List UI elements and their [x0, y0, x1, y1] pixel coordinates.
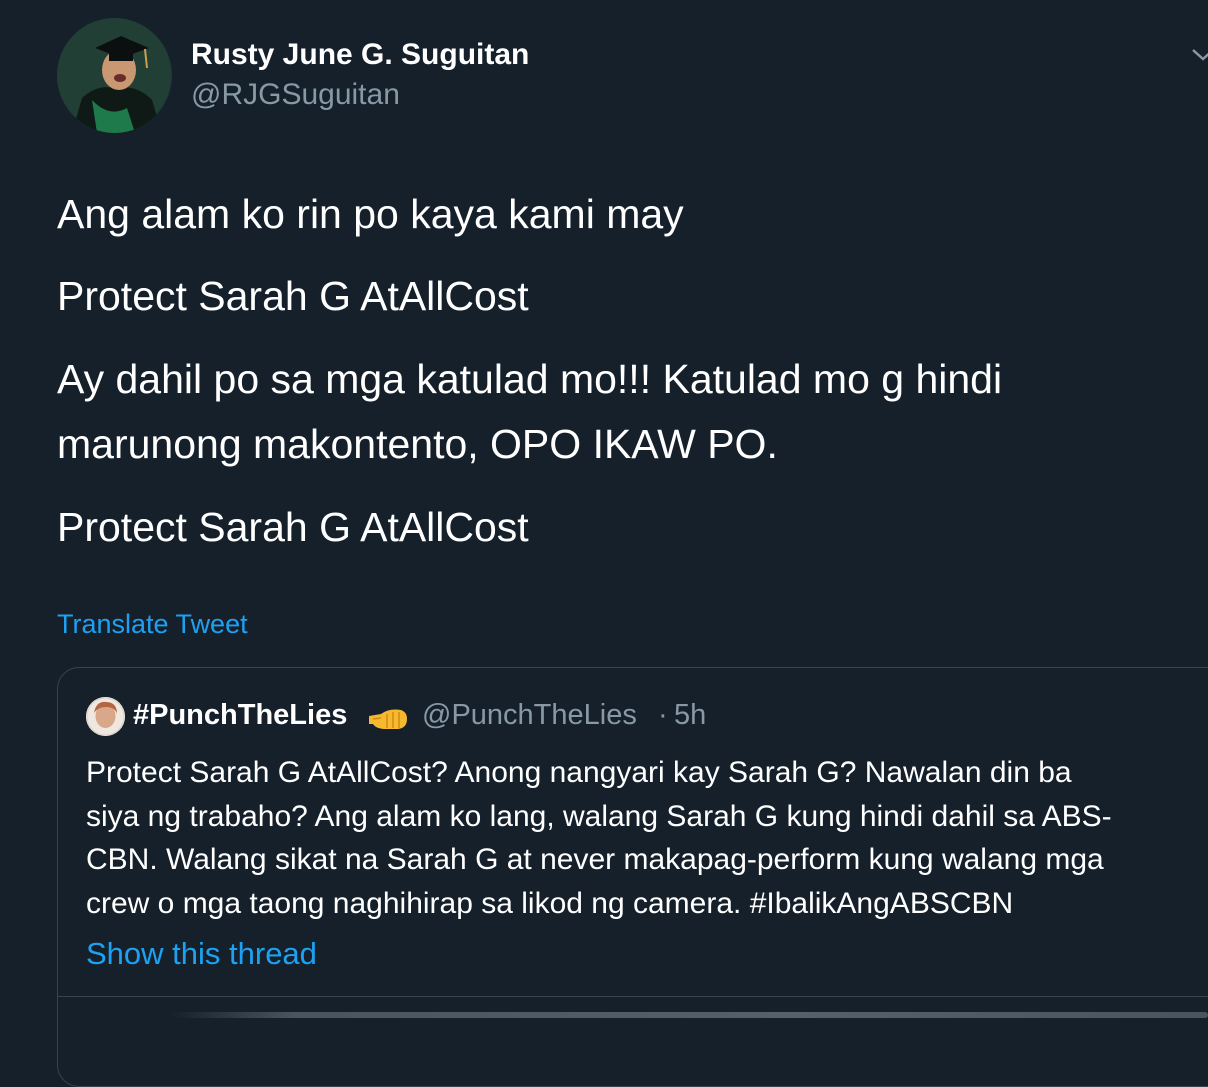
author-avatar[interactable]	[57, 18, 172, 133]
media-preview[interactable]	[170, 1012, 1208, 1018]
quote-avatar-photo	[86, 697, 125, 736]
fist-icon	[367, 704, 409, 734]
tweet-text-line: Protect Sarah G AtAllCost	[57, 504, 529, 550]
translate-tweet-link[interactable]: Translate Tweet	[57, 609, 248, 640]
tweet-text-line: Ay dahil po sa mga katulad mo!!! Katulad…	[57, 356, 1003, 402]
tweet: Rusty June G. Suguitan @RJGSuguitan Ang …	[0, 0, 1208, 1087]
quote-text-line: CBN. Walang sikat na Sarah G at never ma…	[86, 843, 1104, 876]
quote-text-line: Protect Sarah G AtAllCost? Anong nangyar…	[86, 756, 1072, 789]
quote-text-line: siya ng trabaho? Ang alam ko lang, walan…	[86, 800, 1112, 833]
author-name[interactable]: Rusty June G. Suguitan	[191, 38, 529, 72]
tweet-text-line: Ang alam ko rin po kaya kami may	[57, 191, 684, 237]
quote-text-line: crew o mga taong naghihirap sa likod ng …	[86, 887, 1014, 920]
quote-author-avatar[interactable]	[86, 697, 125, 736]
chevron-down-icon[interactable]	[1190, 44, 1208, 68]
avatar-photo	[57, 18, 172, 133]
show-thread-link[interactable]: Show this thread	[86, 936, 317, 972]
quote-timestamp[interactable]: 5h	[674, 699, 706, 732]
author-handle[interactable]: @RJGSuguitan	[191, 78, 400, 112]
quote-author-handle[interactable]: @PunchTheLies	[422, 699, 637, 732]
tweet-text-line: marunong makontento, OPO IKAW PO.	[57, 421, 778, 467]
tweet-text-line: Protect Sarah G AtAllCost	[57, 273, 529, 319]
divider	[57, 996, 1208, 997]
separator-dot: ·	[658, 699, 668, 731]
quote-author-name[interactable]: #PunchTheLies	[133, 699, 347, 732]
